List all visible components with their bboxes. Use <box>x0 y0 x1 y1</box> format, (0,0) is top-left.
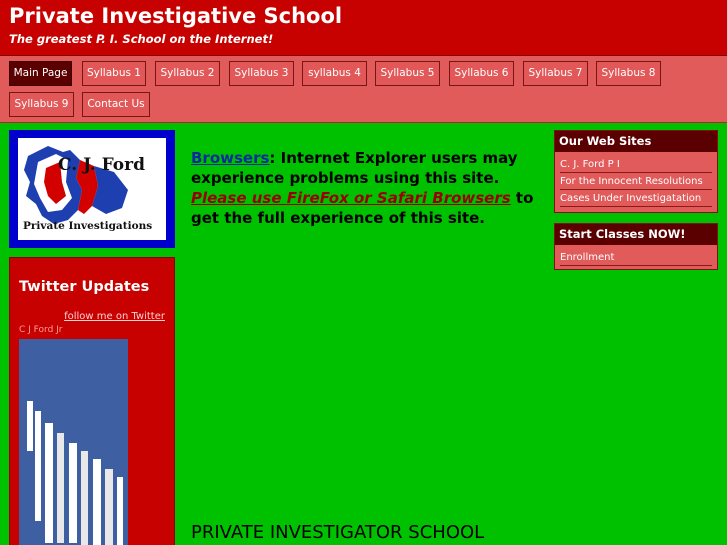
main-heading: PRIVATE INVESTIGATOR SCHOOL <box>191 522 485 543</box>
twitter-title: Twitter Updates <box>19 279 150 295</box>
badge-graphic-icon <box>19 339 128 545</box>
nav-item-syllabus-6[interactable]: Syllabus 6 <box>449 61 514 86</box>
site-title[interactable]: Private Investigative School <box>9 4 342 28</box>
classes-title: Start Classes NOW! <box>555 224 717 245</box>
twitter-updates-box: Twitter Updates follow me on Twitter C J… <box>9 257 175 545</box>
logo-name: C. J. Ford <box>58 155 145 175</box>
link-innocent-resolutions[interactable]: For the Innocent Resolutions <box>560 173 712 190</box>
browser-notice: Browsers: Internet Explorer users may ex… <box>191 148 541 228</box>
nav-item-syllabus-5[interactable]: Syllabus 5 <box>375 61 440 86</box>
nav-item-syllabus-9[interactable]: Syllabus 9 <box>9 92 74 117</box>
nav-item-syllabus-4[interactable]: syllabus 4 <box>302 61 367 86</box>
twitter-badge-image[interactable] <box>19 339 128 545</box>
websites-title: Our Web Sites <box>555 131 717 152</box>
nav-item-syllabus-2[interactable]: Syllabus 2 <box>155 61 220 86</box>
main-content: Browsers: Internet Explorer users may ex… <box>191 148 541 228</box>
firefox-safari-link[interactable]: Please use FireFox or Safari Browsers <box>191 189 511 207</box>
twitter-username[interactable]: C J Ford Jr <box>19 325 63 335</box>
site-tagline: The greatest P. I. School on the Interne… <box>9 32 274 46</box>
nav-item-syllabus-1[interactable]: Syllabus 1 <box>82 61 146 86</box>
logo-subtitle: Private Investigations <box>23 220 153 232</box>
start-classes-box: Start Classes NOW! Enrollment <box>554 223 718 270</box>
link-cases-under-investigation[interactable]: Cases Under Investigatation <box>560 190 712 207</box>
nav-item-main-page[interactable]: Main Page <box>9 61 72 86</box>
site-header: Private Investigative School The greates… <box>0 0 727 56</box>
follow-twitter-link[interactable]: follow me on Twitter <box>64 311 165 322</box>
link-enrollment[interactable]: Enrollment <box>560 249 712 266</box>
main-navigation: Main Page Syllabus 1 Syllabus 2 Syllabus… <box>0 56 727 123</box>
cj-ford-logo[interactable]: C. J. Ford Private Investigations <box>18 138 166 240</box>
browsers-link[interactable]: Browsers <box>191 149 269 167</box>
nav-item-syllabus-3[interactable]: Syllabus 3 <box>229 61 294 86</box>
nav-item-contact-us[interactable]: Contact Us <box>82 92 150 117</box>
nav-item-syllabus-7[interactable]: Syllabus 7 <box>523 61 588 86</box>
nav-item-syllabus-8[interactable]: Syllabus 8 <box>596 61 661 86</box>
logo-box: C. J. Ford Private Investigations <box>9 130 175 248</box>
link-cj-ford-pi[interactable]: C. J. Ford P I <box>560 156 712 173</box>
our-web-sites-box: Our Web Sites C. J. Ford P I For the Inn… <box>554 130 718 213</box>
